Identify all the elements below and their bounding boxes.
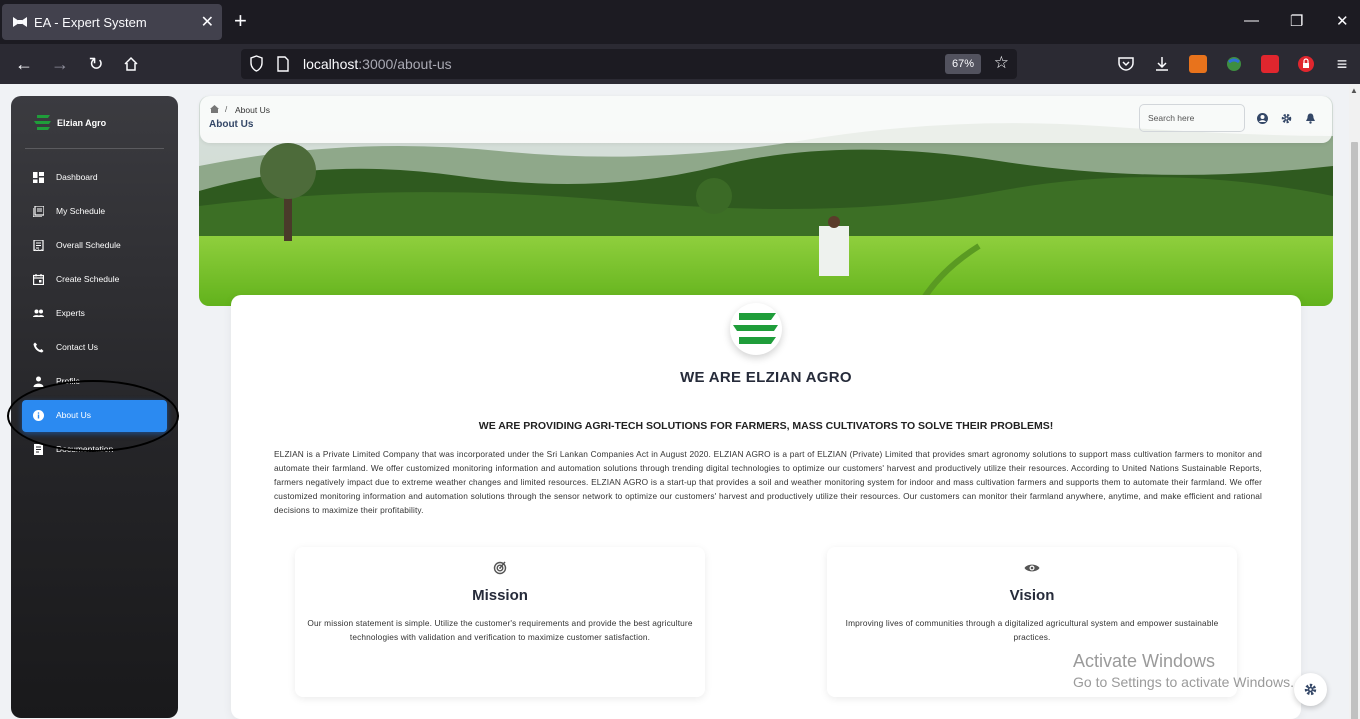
minimize-icon[interactable]: —: [1244, 12, 1259, 29]
mission-text: Our mission statement is simple. Utilize…: [307, 618, 693, 642]
mission-title: Mission: [472, 587, 528, 604]
tagline: WE ARE PROVIDING AGRI-TECH SOLUTIONS FOR…: [478, 420, 1054, 432]
vision-text: Improving lives of communities through a…: [845, 618, 1219, 642]
person-icon: [33, 376, 44, 387]
annotation-ellipse: [7, 380, 179, 452]
breadcrumb-home-icon[interactable]: [210, 105, 219, 113]
browser-nav-bar: ← → ↻ localhost:3000/about-us 67% ☆ ≡: [0, 44, 1360, 84]
url-bar[interactable]: localhost:3000/about-us 67% ☆: [241, 49, 1017, 79]
shield-icon[interactable]: [249, 55, 264, 72]
company-logo: [730, 303, 782, 355]
notification-bell-icon[interactable]: [1305, 113, 1316, 124]
sidebar-item-my-schedule[interactable]: My Schedule: [22, 196, 167, 228]
top-navbar: / About Us About Us: [200, 96, 1332, 143]
sidebar-item-contact-us[interactable]: Contact Us: [22, 332, 167, 364]
sidebar-item-experts[interactable]: Experts: [22, 298, 167, 330]
browser-tab[interactable]: EA - Expert System ✕: [2, 4, 222, 40]
settings-gear-icon[interactable]: [1281, 113, 1292, 124]
elzian-logo-icon: [34, 115, 51, 130]
sidebar-item-label: Dashboard: [56, 172, 98, 182]
sidebar-item-label: Overall Schedule: [56, 240, 121, 250]
receipt-icon: [33, 240, 44, 251]
browser-tab-bar: EA - Expert System ✕ + — ❐ ✕: [0, 0, 1360, 44]
scroll-thumb[interactable]: [1351, 142, 1358, 719]
page-title: About Us: [209, 119, 254, 130]
people-icon: [33, 309, 44, 317]
close-window-icon[interactable]: ✕: [1336, 12, 1349, 30]
sidebar-divider: [25, 148, 164, 149]
extension-pen-icon[interactable]: [1261, 55, 1279, 73]
url-text[interactable]: localhost:3000/about-us: [303, 56, 452, 72]
back-arrow-icon[interactable]: ←: [14, 54, 34, 74]
company-description: ELZIAN is a Private Limited Company that…: [274, 449, 1262, 515]
extension-globe-icon[interactable]: [1225, 55, 1243, 73]
bookmark-star-icon[interactable]: ☆: [994, 53, 1009, 73]
brand-name: Elzian Agro: [57, 118, 107, 128]
page-icon: [277, 56, 289, 72]
account-icon[interactable]: [1257, 113, 1268, 124]
eye-icon: [1024, 564, 1040, 572]
settings-gear-icon: [1304, 683, 1317, 696]
bowtie-favicon-icon: [13, 17, 27, 27]
new-tab-icon[interactable]: +: [234, 10, 247, 32]
reload-icon[interactable]: ↻: [86, 54, 106, 74]
target-icon: [493, 561, 507, 575]
extension-sun-icon[interactable]: [1189, 55, 1207, 73]
pocket-icon[interactable]: [1117, 55, 1135, 73]
home-icon[interactable]: [121, 54, 141, 74]
scroll-up-arrow-icon[interactable]: ▲: [1350, 86, 1358, 95]
close-tab-icon[interactable]: ✕: [201, 12, 214, 32]
sidebar-item-label: My Schedule: [56, 206, 106, 216]
forward-arrow-icon[interactable]: →: [50, 54, 70, 74]
document-icon: [34, 444, 43, 455]
search-input[interactable]: [1139, 104, 1245, 132]
breadcrumb-separator: /: [225, 105, 228, 114]
menu-hamburger-icon[interactable]: ≡: [1332, 54, 1352, 74]
company-title: WE ARE ELZIAN AGRO: [680, 369, 852, 386]
configurator-button[interactable]: [1294, 673, 1327, 706]
download-icon[interactable]: [1153, 55, 1171, 73]
watermark-line-1: Activate Windows: [1073, 651, 1216, 671]
dashboard-icon: [33, 172, 44, 183]
windows-activation-watermark: Activate Windows Go to Settings to activ…: [1073, 651, 1294, 690]
phone-icon: [33, 342, 44, 353]
url-path: :3000/about-us: [358, 56, 452, 72]
watermark-line-2: Go to Settings to activate Windows.: [1073, 674, 1294, 690]
url-host: localhost: [303, 56, 359, 72]
elzian-logo-icon: [733, 313, 778, 344]
tab-title: EA - Expert System: [34, 15, 147, 30]
vision-title: Vision: [1009, 587, 1055, 604]
restore-icon[interactable]: ❐: [1290, 12, 1303, 30]
sidebar-item-label: Contact Us: [56, 342, 99, 352]
sidebar-item-dashboard[interactable]: Dashboard: [22, 162, 167, 194]
sidebar-item-label: Create Schedule: [56, 274, 120, 284]
sidebar-item-label: Experts: [56, 308, 85, 318]
sidebar-item-create-schedule[interactable]: Create Schedule: [22, 264, 167, 296]
page-scrollbar[interactable]: ▲: [1349, 84, 1360, 719]
breadcrumb-current: About Us: [235, 105, 270, 115]
zoom-level[interactable]: 67%: [945, 54, 981, 74]
mission-card: Mission Our mission statement is simple.…: [295, 547, 705, 697]
schedule-icon: [33, 206, 44, 217]
calendar-icon: [33, 274, 44, 285]
extension-lock-icon[interactable]: [1297, 55, 1315, 73]
sidebar-item-overall-schedule[interactable]: Overall Schedule: [22, 230, 167, 262]
